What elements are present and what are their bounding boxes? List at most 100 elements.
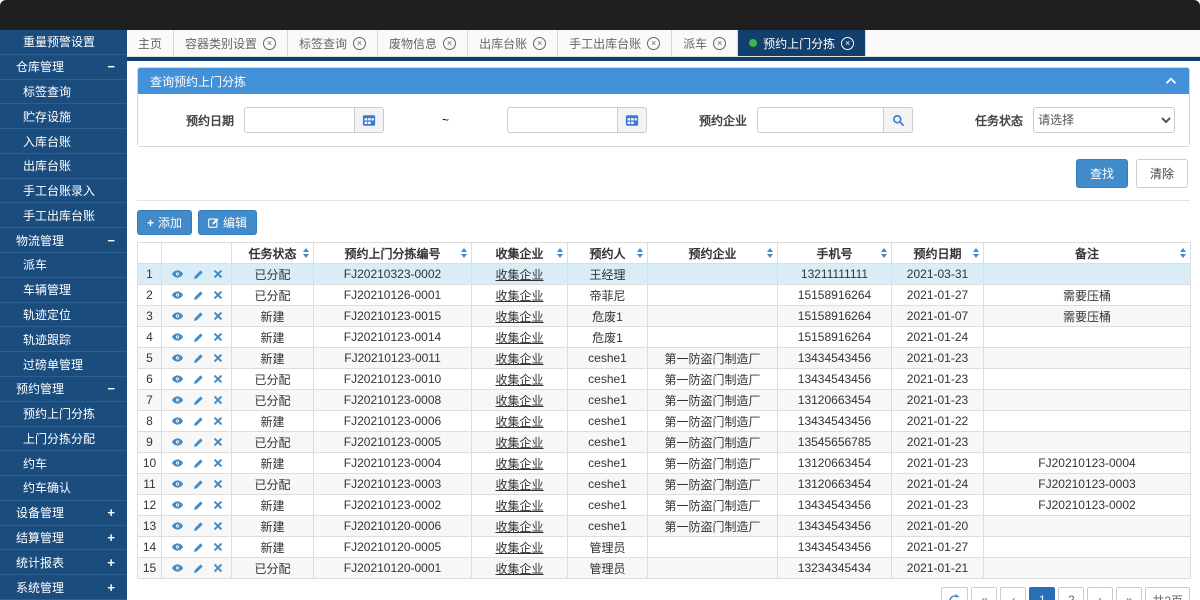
- view-icon[interactable]: [171, 541, 184, 553]
- collapse-icon[interactable]: −: [107, 381, 115, 396]
- table-row[interactable]: 8 新建FJ20210123-0006收集企业ceshe1第一防盗门制造厂134…: [138, 411, 1191, 432]
- collector-cell[interactable]: 收集企业: [472, 558, 568, 579]
- table-row[interactable]: 1 已分配FJ20210323-0002收集企业王经理1321111111120…: [138, 264, 1191, 285]
- sidebar-item-13[interactable]: 过磅单管理: [0, 352, 127, 377]
- sidebar-item-19[interactable]: 设备管理+: [0, 501, 127, 526]
- sidebar-item-18[interactable]: 约车确认: [0, 476, 127, 501]
- view-icon[interactable]: [171, 331, 184, 343]
- collapse-panel-icon[interactable]: [1165, 75, 1177, 87]
- tab-0[interactable]: 主页: [127, 30, 174, 56]
- delete-icon[interactable]: [213, 353, 223, 363]
- delete-icon[interactable]: [213, 437, 223, 447]
- sort-icon[interactable]: [1180, 248, 1186, 258]
- edit-icon[interactable]: [193, 416, 204, 427]
- edit-icon[interactable]: [193, 353, 204, 364]
- column-header-5[interactable]: 预约人: [568, 243, 648, 264]
- add-button[interactable]: 添加: [137, 210, 192, 235]
- column-header-7[interactable]: 手机号: [778, 243, 892, 264]
- expand-icon[interactable]: +: [107, 580, 115, 595]
- column-header-6[interactable]: 预约企业: [648, 243, 778, 264]
- collector-cell[interactable]: 收集企业: [472, 474, 568, 495]
- delete-icon[interactable]: [213, 416, 223, 426]
- edit-icon[interactable]: [193, 563, 204, 574]
- close-icon[interactable]: [841, 37, 854, 50]
- close-icon[interactable]: [353, 37, 366, 50]
- edit-icon[interactable]: [193, 479, 204, 490]
- sort-icon[interactable]: [881, 248, 887, 258]
- sort-icon[interactable]: [557, 248, 563, 258]
- edit-button[interactable]: 编辑: [198, 210, 257, 235]
- table-row[interactable]: 15 已分配FJ20210120-0001收集企业管理员132343454342…: [138, 558, 1191, 579]
- table-row[interactable]: 4 新建FJ20210123-0014收集企业危废115158916264202…: [138, 327, 1191, 348]
- delete-icon[interactable]: [213, 500, 223, 510]
- view-icon[interactable]: [171, 373, 184, 385]
- sidebar-item-0[interactable]: 重量预警设置: [0, 30, 127, 55]
- view-icon[interactable]: [171, 499, 184, 511]
- last-page-button[interactable]: »: [1116, 587, 1142, 600]
- table-row[interactable]: 5 新建FJ20210123-0011收集企业ceshe1第一防盗门制造厂134…: [138, 348, 1191, 369]
- table-row[interactable]: 3 新建FJ20210123-0015收集企业危废115158916264202…: [138, 306, 1191, 327]
- date-to-input[interactable]: [507, 107, 617, 133]
- delete-icon[interactable]: [213, 542, 223, 552]
- table-row[interactable]: 6 已分配FJ20210123-0010收集企业ceshe1第一防盗门制造厂13…: [138, 369, 1191, 390]
- edit-icon[interactable]: [193, 542, 204, 553]
- collector-cell[interactable]: 收集企业: [472, 516, 568, 537]
- close-icon[interactable]: [443, 37, 456, 50]
- table-row[interactable]: 12 新建FJ20210123-0002收集企业ceshe1第一防盗门制造厂13…: [138, 495, 1191, 516]
- view-icon[interactable]: [171, 562, 184, 574]
- collapse-icon[interactable]: −: [107, 59, 115, 74]
- sidebar-item-14[interactable]: 预约管理−: [0, 377, 127, 402]
- view-icon[interactable]: [171, 520, 184, 532]
- collector-cell[interactable]: 收集企业: [472, 495, 568, 516]
- sidebar-item-21[interactable]: 统计报表+: [0, 550, 127, 575]
- tab-2[interactable]: 标签查询: [288, 30, 378, 56]
- delete-icon[interactable]: [213, 269, 223, 279]
- edit-icon[interactable]: [193, 374, 204, 385]
- date-from-input[interactable]: [244, 107, 354, 133]
- collector-cell[interactable]: 收集企业: [472, 537, 568, 558]
- delete-icon[interactable]: [213, 563, 223, 573]
- edit-icon[interactable]: [193, 395, 204, 406]
- sidebar-item-15[interactable]: 预约上门分拣: [0, 402, 127, 427]
- collector-cell[interactable]: 收集企业: [472, 432, 568, 453]
- view-icon[interactable]: [171, 289, 184, 301]
- sidebar-item-11[interactable]: 轨迹定位: [0, 303, 127, 328]
- table-row[interactable]: 7 已分配FJ20210123-0008收集企业ceshe1第一防盗门制造厂13…: [138, 390, 1191, 411]
- tab-5[interactable]: 手工出库台账: [558, 30, 672, 56]
- table-row[interactable]: 10 新建FJ20210123-0004收集企业ceshe1第一防盗门制造厂13…: [138, 453, 1191, 474]
- sort-icon[interactable]: [767, 248, 773, 258]
- collector-cell[interactable]: 收集企业: [472, 411, 568, 432]
- view-icon[interactable]: [171, 394, 184, 406]
- next-page-button[interactable]: ›: [1087, 587, 1113, 600]
- delete-icon[interactable]: [213, 458, 223, 468]
- delete-icon[interactable]: [213, 395, 223, 405]
- tab-7[interactable]: 预约上门分拣: [738, 30, 866, 56]
- sort-icon[interactable]: [637, 248, 643, 258]
- company-search-input[interactable]: [757, 107, 883, 133]
- view-icon[interactable]: [171, 268, 184, 280]
- delete-icon[interactable]: [213, 374, 223, 384]
- column-header-8[interactable]: 预约日期: [892, 243, 984, 264]
- collapse-icon[interactable]: −: [107, 233, 115, 248]
- edit-icon[interactable]: [193, 437, 204, 448]
- sidebar-item-3[interactable]: 贮存设施: [0, 104, 127, 129]
- calendar-icon[interactable]: [617, 107, 647, 133]
- page-button-1[interactable]: 1: [1029, 587, 1055, 600]
- edit-icon[interactable]: [193, 269, 204, 280]
- status-select[interactable]: 请选择: [1033, 107, 1175, 133]
- delete-icon[interactable]: [213, 290, 223, 300]
- first-page-button[interactable]: «: [971, 587, 997, 600]
- prev-page-button[interactable]: ‹: [1000, 587, 1026, 600]
- sort-icon[interactable]: [303, 248, 309, 258]
- close-icon[interactable]: [713, 37, 726, 50]
- view-icon[interactable]: [171, 457, 184, 469]
- collector-cell[interactable]: 收集企业: [472, 264, 568, 285]
- collector-cell[interactable]: 收集企业: [472, 348, 568, 369]
- tab-1[interactable]: 容器类别设置: [174, 30, 288, 56]
- column-header-3[interactable]: 预约上门分拣编号: [314, 243, 472, 264]
- table-row[interactable]: 13 新建FJ20210120-0006收集企业ceshe1第一防盗门制造厂13…: [138, 516, 1191, 537]
- sidebar-item-1[interactable]: 仓库管理−: [0, 55, 127, 80]
- edit-icon[interactable]: [193, 311, 204, 322]
- view-icon[interactable]: [171, 415, 184, 427]
- delete-icon[interactable]: [213, 332, 223, 342]
